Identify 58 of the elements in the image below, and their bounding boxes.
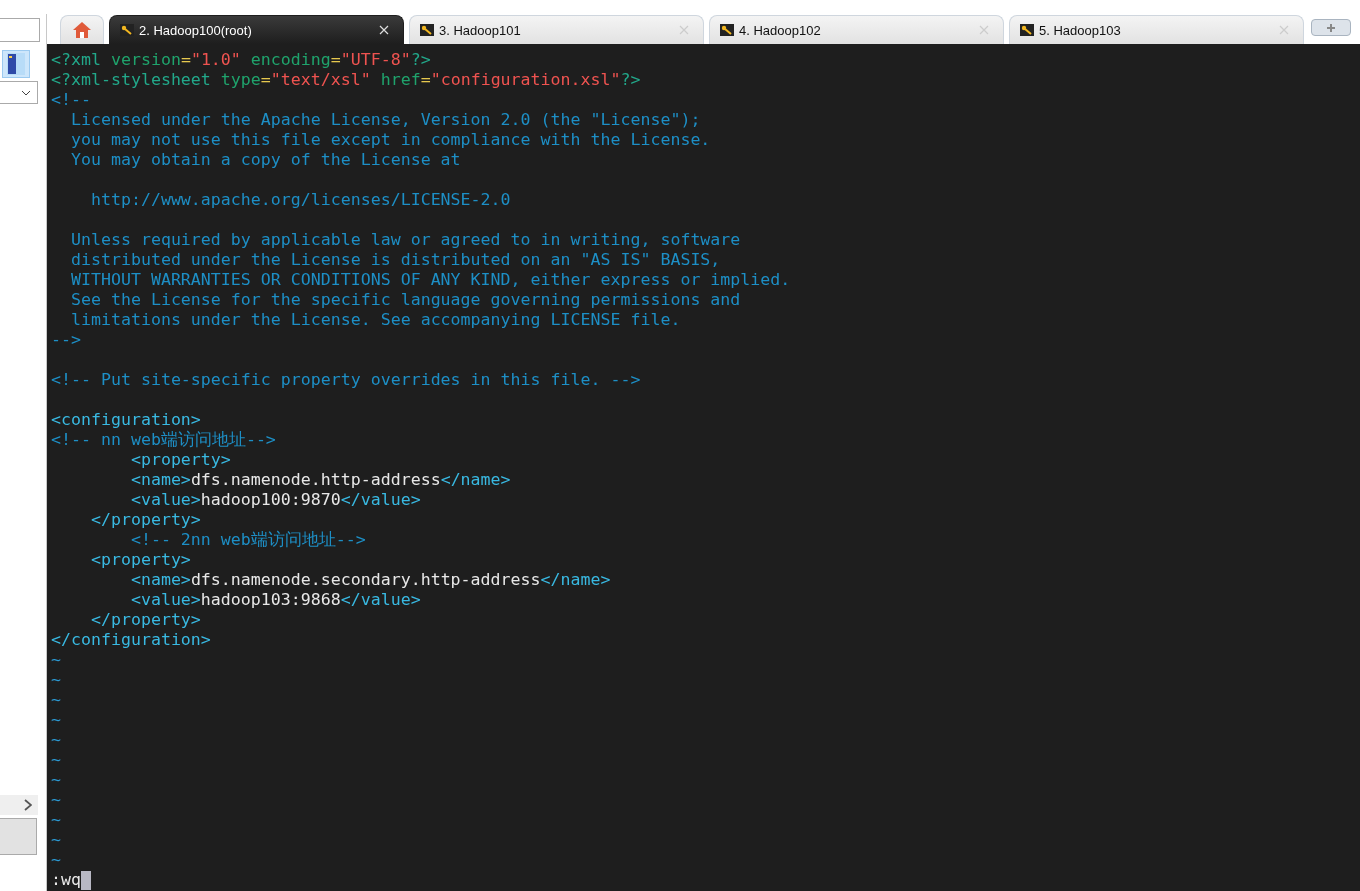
code-line: <name>dfs.namenode.secondary.http-address</name>	[129, 570, 612, 590]
tilde-line: ~	[51, 690, 62, 710]
tilde-line: ~	[51, 730, 62, 750]
session-tab[interactable]: 4. Hadoop102	[709, 15, 1004, 44]
tilde-line: ~	[51, 670, 62, 690]
code-line: <value>hadoop100:9870</value>	[129, 490, 422, 510]
key-icon	[420, 24, 434, 36]
session-tab[interactable]: 2. Hadoop100(root)	[109, 15, 404, 44]
cursor	[81, 870, 91, 890]
tilde-line: ~	[51, 770, 62, 790]
search-field[interactable]	[0, 18, 40, 42]
code-line: <name>dfs.namenode.http-address</name>	[129, 470, 512, 490]
tilde-line: ~	[51, 850, 62, 870]
code-line: You may obtain a copy of the License at	[69, 150, 462, 170]
code-line: WITHOUT WARRANTIES OR CONDITIONS OF ANY KIND, either express or implied.	[69, 270, 792, 290]
code-line: <!-- nn web端访问地址-->	[51, 430, 277, 450]
code-line: <!--	[51, 90, 92, 110]
code-line: <!-- Put site-specific property overrides in this file. -->	[51, 370, 642, 390]
expand-row[interactable]	[0, 795, 38, 815]
session-tab[interactable]: 5. Hadoop103	[1009, 15, 1304, 44]
key-icon	[120, 24, 134, 36]
code-line: -->	[51, 330, 82, 350]
code-line: <property>	[129, 450, 232, 470]
tilde-line: ~	[51, 750, 62, 770]
new-tab-button[interactable]	[1311, 19, 1351, 36]
code-line: limitations under the License. See accompanying LICENSE file.	[69, 310, 682, 330]
chevron-down-icon[interactable]	[21, 89, 31, 96]
tilde-line: ~	[51, 790, 62, 810]
code-line: <?xml version="1.0" encoding="UTF-8"?>	[51, 50, 432, 70]
tilde-line: ~	[51, 710, 62, 730]
close-icon[interactable]	[379, 25, 389, 35]
code-line: See the License for the specific language governing permissions and	[69, 290, 742, 310]
chevron-right-icon[interactable]	[24, 799, 32, 811]
code-line: <property>	[89, 550, 192, 570]
key-icon	[1020, 24, 1034, 36]
code-line: http://www.apache.org/licenses/LICENSE-2.0	[89, 190, 512, 210]
session-tab[interactable]: 3. Hadoop101	[409, 15, 704, 44]
code-line: <configuration>	[51, 410, 202, 430]
code-line: </property>	[89, 610, 202, 630]
tilde-line: ~	[51, 650, 62, 670]
code-line: <!-- 2nn web端访问地址-->	[129, 530, 367, 550]
home-tab[interactable]	[60, 15, 104, 44]
side-panel	[0, 818, 37, 855]
key-icon	[720, 24, 734, 36]
code-line: you may not use this file except in compliance with the License.	[69, 130, 712, 150]
home-icon	[72, 21, 92, 39]
tilde-line: ~	[51, 830, 62, 850]
command-line[interactable]: :wq	[51, 870, 81, 890]
code-line: <value>hadoop103:9868</value>	[129, 590, 422, 610]
code-line: </property>	[89, 510, 202, 530]
code-line: Licensed under the Apache License, Version 2.0 (the "License");	[69, 110, 702, 130]
plus-icon	[1326, 22, 1336, 33]
panel-icon[interactable]	[2, 50, 30, 78]
code-line: distributed under the License is distributed on an "AS IS" BASIS,	[69, 250, 722, 270]
code-line: Unless required by applicable law or agreed to in writing, software	[69, 230, 742, 250]
code-line: </configuration>	[51, 630, 212, 650]
tilde-line: ~	[51, 810, 62, 830]
code-line: <?xml-stylesheet type="text/xsl" href="configuration.xsl"?>	[51, 70, 642, 90]
